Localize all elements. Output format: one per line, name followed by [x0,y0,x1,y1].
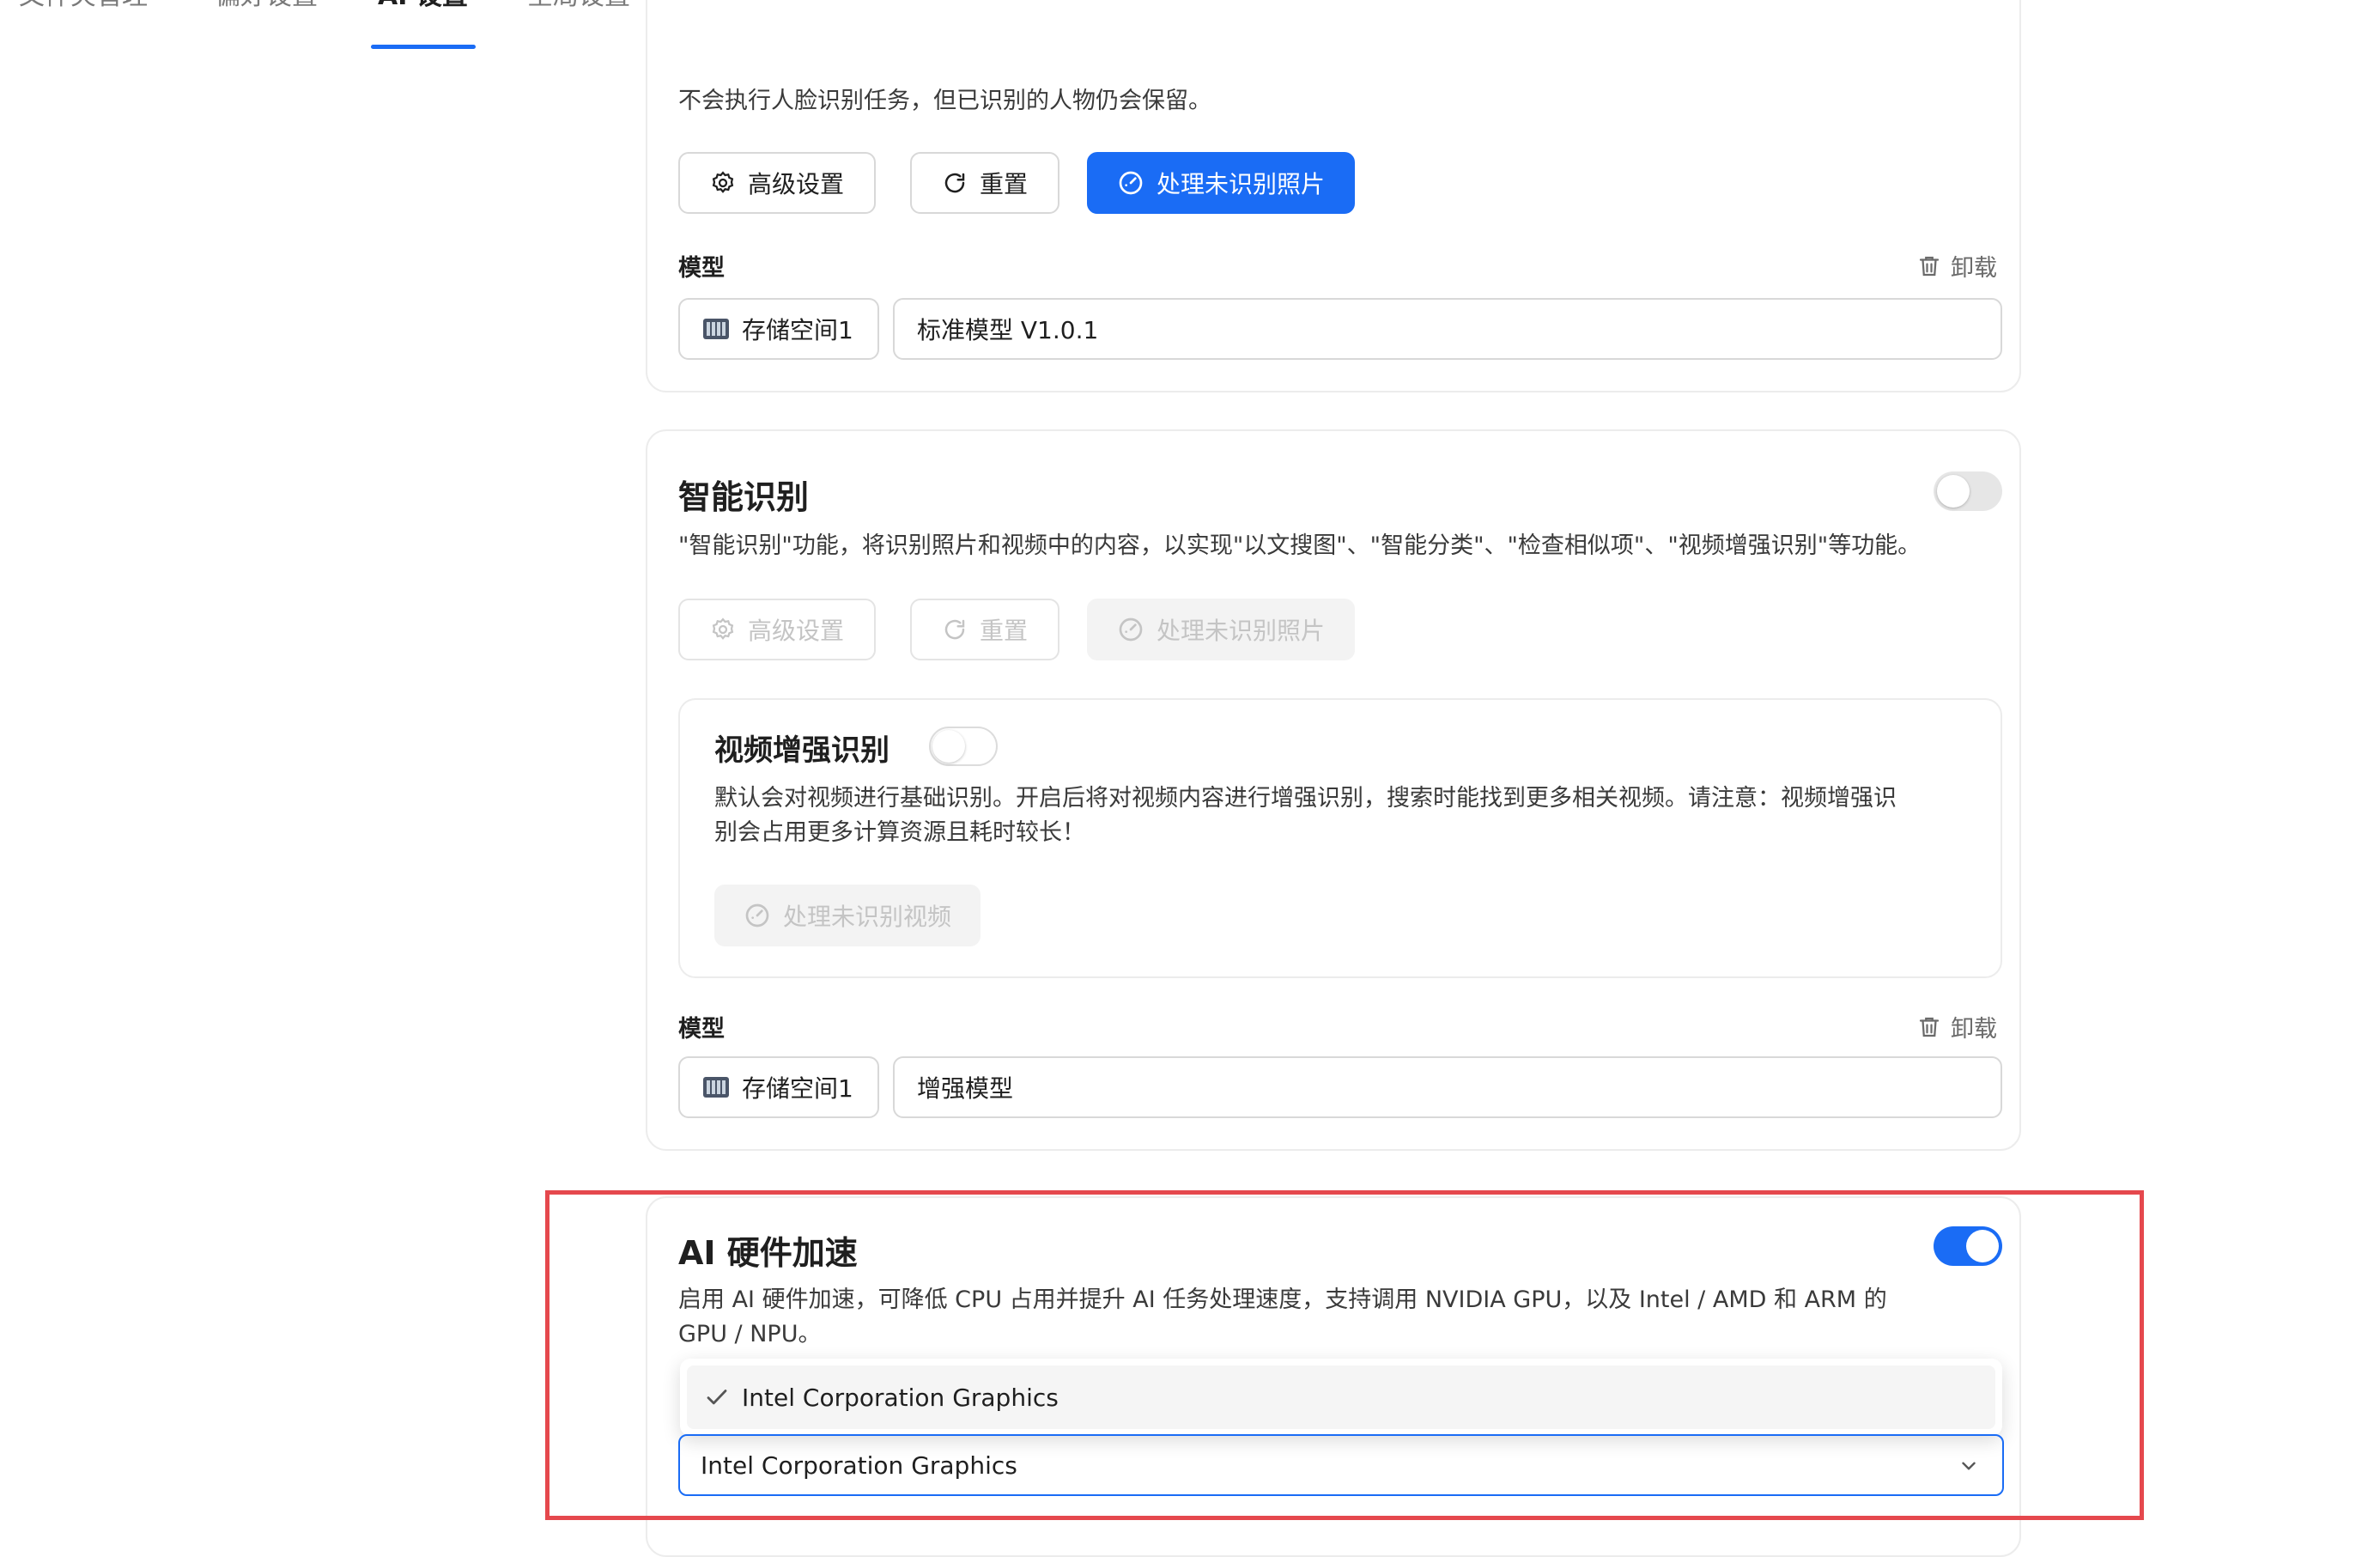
gear-icon [712,617,734,640]
smart-model-field[interactable]: 增强模型 [893,1056,2002,1118]
trash-icon [1919,256,1940,276]
video-enhancement-desc-line1: 默认会对视频进行基础识别。开启后将对视频内容进行增强识别，搜索时能找到更多相关视… [714,785,1897,812]
tab-global-settings[interactable]: 全局设置 [527,0,630,12]
smart-unload-label: 卸载 [1951,1016,1997,1043]
face-model-label: 模型 [678,255,725,282]
video-enhancement-toggle[interactable] [929,727,998,766]
active-tab-indicator [371,45,476,49]
refresh-icon [944,619,965,640]
smart-reset-label: 重置 [979,617,1028,645]
face-advanced-settings-button[interactable]: 高级设置 [678,152,876,214]
toggle-knob [932,730,965,763]
face-advanced-settings-label: 高级设置 [747,170,844,198]
highlight-box [545,1190,2144,1520]
toggle-knob [1937,475,1970,508]
smart-model-label: 模型 [678,1016,725,1043]
face-process-label: 处理未识别照片 [1156,170,1325,198]
smart-recognition-title: 智能识别 [678,478,810,516]
face-unload-label: 卸载 [1951,255,1997,282]
face-reset-button[interactable]: 重置 [910,152,1059,214]
tab-preferences[interactable]: 偏好设置 [215,0,318,12]
smart-advanced-settings-button[interactable]: 高级设置 [678,599,876,660]
smart-process-unrecognized-button[interactable]: 处理未识别照片 [1087,599,1355,660]
smart-reset-button[interactable]: 重置 [910,599,1059,660]
storage-icon [703,1077,729,1098]
smart-advanced-settings-label: 高级设置 [747,617,844,645]
smart-recognition-toggle[interactable] [1934,471,2002,511]
face-unload-button[interactable]: 卸载 [1916,249,1997,283]
smart-storage-label: 存储空间1 [742,1074,853,1103]
trash-icon [1919,1017,1940,1037]
process-video-label: 处理未识别视频 [782,903,951,931]
video-enhancement-title: 视频增强识别 [714,733,889,768]
smart-storage-selector[interactable]: 存储空间1 [678,1056,879,1118]
smart-unload-button[interactable]: 卸载 [1916,1010,1997,1043]
gear-icon [712,171,734,193]
smart-model-value: 增强模型 [917,1074,1014,1103]
smart-recognition-description: "智能识别"功能，将识别照片和视频中的内容，以实现"以文搜图"、"智能分类"、"… [678,532,1922,559]
face-model-field[interactable]: 标准模型 V1.0.1 [893,298,2002,360]
refresh-icon [944,173,965,193]
tab-ai-settings[interactable]: AI 设置 [378,0,468,12]
face-storage-label: 存储空间1 [742,316,853,344]
face-model-value: 标准模型 V1.0.1 [917,316,1099,344]
face-process-unrecognized-button[interactable]: 处理未识别照片 [1087,152,1355,214]
face-storage-selector[interactable]: 存储空间1 [678,298,879,360]
tab-folder-management[interactable]: 文件夹管理 [19,0,148,12]
face-recognition-description: 不会执行人脸识别任务，但已识别的人物仍会保留。 [678,88,1211,114]
process-icon [745,903,769,928]
face-reset-label: 重置 [979,170,1028,198]
process-icon [1119,617,1143,642]
storage-icon [703,319,729,339]
smart-process-label: 处理未识别照片 [1156,617,1325,645]
process-icon [1119,171,1143,195]
video-enhancement-desc-line2: 别会占用更多计算资源且耗时较长！ [714,819,1085,846]
process-unrecognized-video-button[interactable]: 处理未识别视频 [714,885,981,946]
